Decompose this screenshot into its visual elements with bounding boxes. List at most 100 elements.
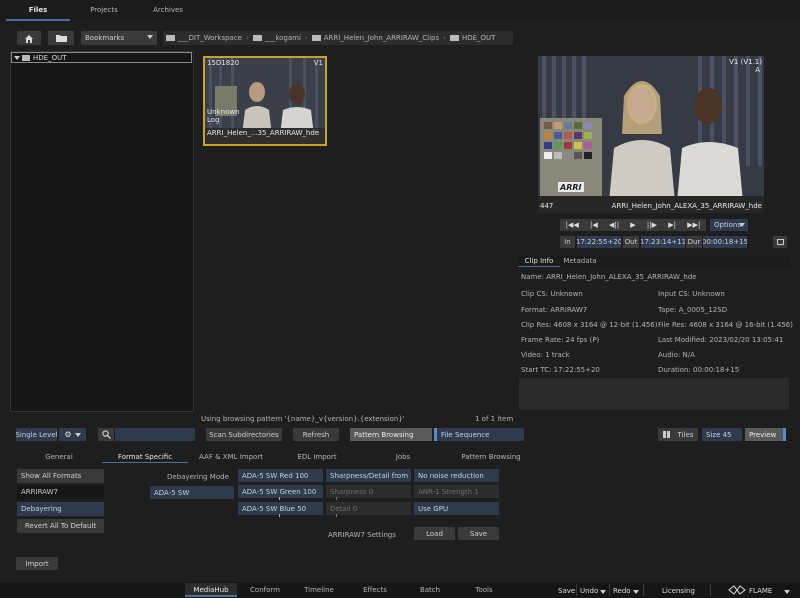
sharpness-marker [336, 497, 337, 500]
folder-up-button[interactable] [48, 31, 74, 45]
preview-toggle[interactable]: Preview [745, 428, 783, 441]
folder-icon [22, 54, 30, 61]
breadcrumb-item[interactable]: HDE_OUT [462, 34, 496, 42]
refresh-button[interactable]: Refresh [293, 428, 339, 441]
tab-edl-import[interactable]: EDL Import [274, 451, 360, 462]
import-button[interactable]: Import [16, 557, 58, 570]
load-button[interactable]: Load [414, 527, 455, 540]
noise-reduction-dropdown[interactable]: No noise reduction [414, 469, 499, 482]
single-level-button[interactable]: Single Level [16, 428, 57, 441]
clip-info-notes [519, 378, 789, 410]
tab-tools[interactable]: Tools [458, 583, 510, 596]
caret-down-icon [14, 55, 20, 60]
tree-item-hde-out[interactable]: HDE_OUT [11, 52, 192, 63]
tape-text: Tape: A_0005_12SD [658, 306, 728, 314]
file-res-text: File Res: 4608 x 3164 @ 16-bit (1.456) [658, 321, 793, 329]
tab-effects[interactable]: Effects [349, 583, 401, 596]
step-back-icon[interactable]: |◀ [590, 221, 598, 229]
viewer-clip-name: ARRI_Helen_John_ALEXA_35_ARRIRAW_hde [611, 202, 762, 210]
scan-subdirectories-button[interactable]: Scan Subdirectories [206, 428, 282, 441]
in-label: In [560, 236, 575, 248]
go-to-start-icon[interactable]: |◀◀ [566, 221, 579, 229]
debayering-list-item[interactable]: Debayering [17, 502, 104, 516]
clip-res-text: Clip Res: 4608 x 3164 @ 12-bit (1.456) [521, 321, 658, 329]
dur-timecode-field[interactable]: 00:00:18+15 [703, 236, 747, 248]
sharpness-field: Sharpness 0 [326, 485, 411, 498]
viewer-frame-number: 447 [540, 202, 554, 210]
thumb-colorspace: Unknown [207, 108, 240, 116]
fullscreen-button[interactable] [773, 236, 787, 248]
chevron-right-icon: › [246, 34, 249, 42]
clip-thumbnail[interactable]: 15D1820 V1 Unknown Log ARRI_Helen_...35_… [203, 56, 327, 146]
show-all-formats-button[interactable]: Show All Formats [17, 469, 104, 483]
format-list-item-arriraw7[interactable]: ARRIRAW7 [17, 485, 104, 499]
flame-logo-icon [728, 585, 746, 595]
breadcrumb-item[interactable]: ARRI_Helen_John_ARRIRAW_Clips [324, 34, 439, 42]
out-timecode-field[interactable]: 17:23:14+11 [641, 236, 685, 248]
tab-jobs[interactable]: Jobs [360, 451, 446, 462]
folder-icon [55, 35, 67, 42]
undo-dropdown-icon[interactable] [600, 590, 606, 594]
step-forward-icon[interactable]: ▶| [668, 221, 676, 229]
tab-archives[interactable]: Archives [136, 0, 200, 20]
play-icon[interactable]: ▶ [630, 221, 635, 229]
use-gpu-toggle[interactable]: Use GPU [414, 502, 499, 515]
play-reverse-icon[interactable]: ◀|| [609, 221, 619, 229]
bookmarks-dropdown[interactable]: Bookmarks [81, 31, 157, 45]
green-gain-field[interactable]: ADA-5 SW Green 100 [238, 485, 323, 498]
preview-toggle-indicator [783, 428, 786, 441]
red-gain-field[interactable]: ADA-5 SW Red 100 [238, 469, 323, 482]
go-to-end-icon[interactable]: ▶▶| [687, 221, 700, 229]
sharpness-from-file-toggle[interactable]: Sharpness/Detail from File [326, 469, 411, 482]
size-slider[interactable]: Size 45 [702, 428, 742, 441]
thumb-version: V1 [313, 59, 323, 67]
options-dropdown[interactable]: Options [710, 219, 748, 231]
divider [576, 584, 577, 596]
pattern-browsing-toggle[interactable]: Pattern Browsing [350, 428, 432, 441]
tab-projects[interactable]: Projects [72, 0, 136, 20]
search-input[interactable] [115, 428, 195, 441]
redo-button[interactable]: Redo [613, 587, 631, 595]
undo-button[interactable]: Undo [580, 587, 598, 595]
tab-conform[interactable]: Conform [239, 583, 291, 596]
breadcrumb-item[interactable]: ___kogami [265, 34, 301, 42]
tab-timeline[interactable]: Timeline [293, 583, 345, 596]
start-tc-text: Start TC: 17:22:55+20 [521, 366, 600, 374]
redo-dropdown-icon[interactable] [633, 590, 639, 594]
tab-pattern-browsing[interactable]: Pattern Browsing [446, 451, 536, 462]
in-timecode-field[interactable]: 17:22:55+20 [577, 236, 621, 248]
home-button[interactable] [17, 31, 41, 45]
folder-tree[interactable] [10, 51, 194, 412]
divider [643, 584, 644, 596]
product-dropdown-icon[interactable] [784, 590, 790, 594]
tab-metadata[interactable]: Metadata [560, 255, 600, 267]
blue-gain-field[interactable]: ADA-5 SW Blue 50 [238, 502, 323, 515]
grid-icon [662, 431, 670, 438]
browsing-pattern-text: Using browsing pattern '{name}_v{version… [201, 415, 405, 423]
tab-files[interactable]: Files [6, 0, 70, 20]
last-modified-text: Last Modified: 2023/02/20 13:05:41 [658, 336, 784, 344]
thumb-clip-name: ARRI_Helen_...35_ARRIRAW_hde [207, 129, 320, 137]
breadcrumb-item[interactable]: ___DIT_Workspace [178, 34, 242, 42]
revert-all-to-default-button[interactable]: Revert All To Default [17, 519, 104, 533]
chevron-right-icon: › [304, 34, 308, 42]
video-text: Video: 1 track [521, 351, 570, 359]
search-button[interactable] [98, 428, 114, 441]
file-sequence-toggle[interactable]: File Sequence [437, 428, 524, 441]
chevron-right-icon: › [443, 34, 446, 42]
save-settings-button[interactable]: Save [458, 527, 499, 540]
thumb-colorspace-log: Log [207, 116, 220, 124]
viewer-image[interactable]: ARRI V1 (V1.1) A 447 ARRI_Helen_John_ALE… [538, 56, 764, 213]
tiles-button[interactable]: Tiles [658, 428, 698, 441]
licensing-button[interactable]: Licensing [662, 587, 695, 595]
blue-gain-marker [279, 514, 280, 517]
tab-batch[interactable]: Batch [404, 583, 456, 596]
tab-format-specific[interactable]: Format Specific [102, 451, 188, 462]
settings-dropdown[interactable]: ⚙ [59, 428, 86, 441]
play-forward-icon[interactable]: ||▶ [647, 221, 657, 229]
save-button[interactable]: Save [558, 587, 575, 595]
folder-icon [252, 35, 262, 41]
tab-aaf-xml-import[interactable]: AAF & XML Import [188, 451, 274, 462]
tab-general[interactable]: General [16, 451, 102, 462]
debayering-mode-dropdown[interactable]: ADA-5 SW [150, 486, 234, 499]
